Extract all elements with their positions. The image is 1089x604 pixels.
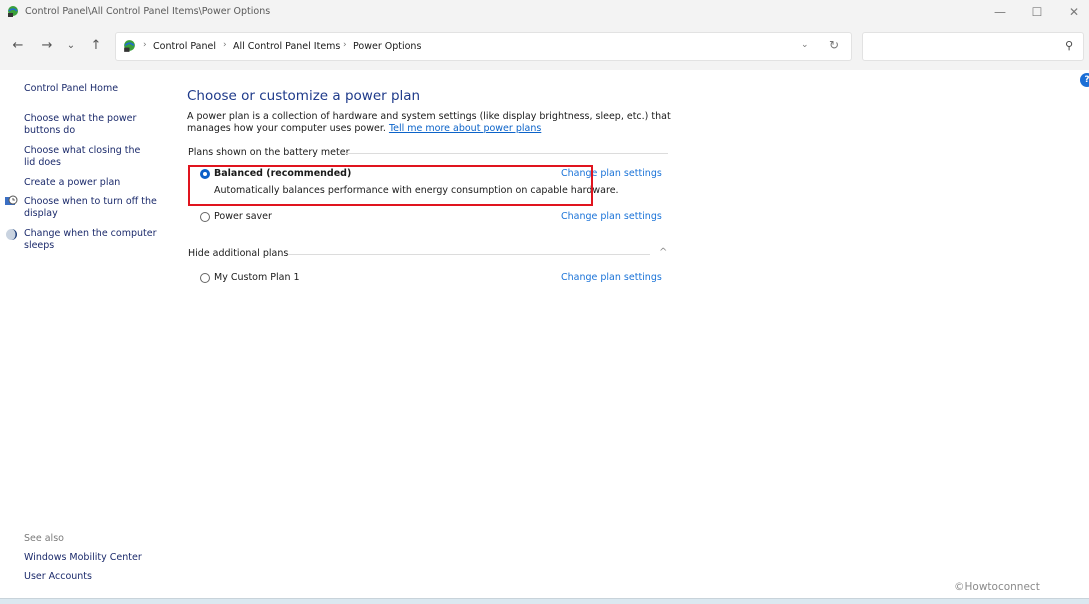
power-options-icon — [8, 6, 18, 17]
window-title: Control Panel\All Control Panel Items\Po… — [25, 6, 271, 17]
plan-power-saver[interactable]: Power saver — [200, 211, 272, 222]
collapse-chevron-icon[interactable]: ^ — [659, 247, 667, 258]
sidebar-control-panel-home[interactable]: Control Panel Home — [24, 83, 164, 95]
breadcrumb-separator[interactable]: › — [143, 40, 147, 50]
up-arrow-icon[interactable]: ↑ — [88, 38, 104, 54]
link-user-accounts[interactable]: User Accounts — [24, 571, 164, 583]
learn-more-link[interactable]: Tell me more about power plans — [389, 123, 541, 134]
plan-name: Power saver — [214, 211, 272, 222]
change-plan-settings-custom[interactable]: Change plan settings — [561, 272, 662, 283]
plan-name: My Custom Plan 1 — [214, 272, 300, 283]
recent-locations-chevron-icon[interactable]: ⌄ — [63, 38, 79, 54]
breadcrumb-separator[interactable]: › — [223, 40, 227, 50]
breadcrumb-all-items[interactable]: All Control Panel Items — [233, 41, 340, 52]
sidebar-computer-sleeps[interactable]: Change when the computer sleeps — [24, 228, 159, 252]
maximize-button[interactable]: ☐ — [1022, 0, 1052, 24]
window-bottom-edge — [0, 598, 1089, 604]
breadcrumb-power-options[interactable]: Power Options — [353, 41, 421, 52]
page-description: A power plan is a collection of hardware… — [187, 111, 687, 135]
breadcrumb-control-panel[interactable]: Control Panel — [153, 41, 216, 52]
radio-my-custom-plan[interactable] — [200, 272, 210, 283]
display-clock-icon — [5, 195, 18, 205]
forward-arrow-icon[interactable]: → — [39, 38, 55, 54]
sidebar-turn-off-display[interactable]: Choose when to turn off the display — [24, 196, 159, 220]
search-input[interactable]: ⚲ — [862, 32, 1084, 61]
back-arrow-icon[interactable]: ← — [10, 38, 26, 54]
control-panel-icon — [124, 40, 135, 52]
help-icon[interactable]: ? — [1080, 73, 1089, 87]
hide-additional-plans-header[interactable]: Hide additional plans — [188, 248, 288, 259]
close-button[interactable]: ✕ — [1059, 0, 1089, 24]
title-bar: Control Panel\All Control Panel Items\Po… — [0, 0, 1089, 24]
battery-meter-plans-header: Plans shown on the battery meter — [188, 147, 350, 158]
watermark: ©Howtoconnect — [954, 581, 1040, 593]
radio-power-saver[interactable] — [200, 211, 210, 222]
navigation-bar: ← → ⌄ ↑ › Control Panel › All Control Pa… — [0, 24, 1089, 70]
sidebar-power-buttons[interactable]: Choose what the power buttons do — [24, 113, 144, 137]
search-icon[interactable]: ⚲ — [1065, 39, 1073, 52]
moon-icon — [6, 229, 17, 240]
address-dropdown-icon[interactable]: ⌄ — [801, 40, 809, 50]
divider — [342, 153, 668, 154]
sidebar-create-power-plan[interactable]: Create a power plan — [24, 177, 164, 189]
breadcrumb-separator[interactable]: › — [343, 40, 347, 50]
page-title: Choose or customize a power plan — [187, 88, 421, 104]
address-bar[interactable]: › Control Panel › All Control Panel Item… — [115, 32, 852, 61]
link-windows-mobility-center[interactable]: Windows Mobility Center — [24, 552, 164, 564]
sidebar-closing-lid[interactable]: Choose what closing the lid does — [24, 145, 154, 169]
highlight-annotation-box — [188, 165, 593, 206]
plan-my-custom-plan[interactable]: My Custom Plan 1 — [200, 272, 300, 283]
minimize-button[interactable]: — — [985, 0, 1015, 24]
divider — [288, 254, 650, 255]
see-also-heading: See also — [24, 533, 64, 544]
change-plan-settings-power-saver[interactable]: Change plan settings — [561, 211, 662, 222]
refresh-icon[interactable]: ↻ — [829, 38, 839, 52]
